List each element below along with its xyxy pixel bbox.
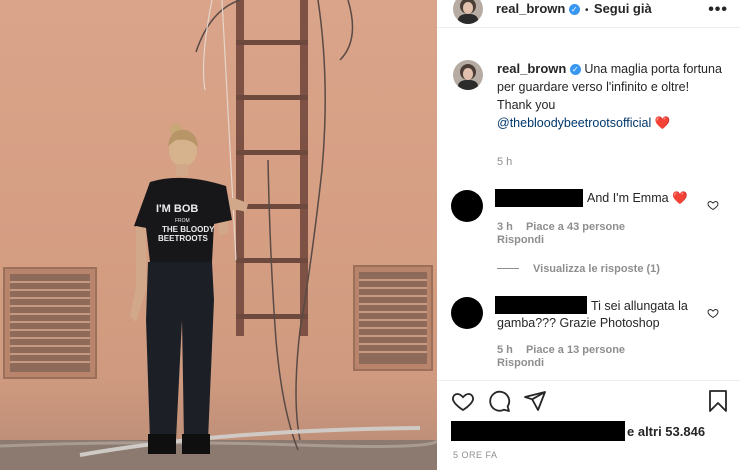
verified-badge-icon: ✓	[568, 4, 580, 15]
shirt-print-line3: THE BLOODY	[162, 225, 215, 234]
post-photo[interactable]: I'M BOB FROM THE BLOODY BEETROOTS	[0, 0, 437, 470]
comment-2-reply-button[interactable]: Rispondi	[497, 357, 544, 369]
divider-dash	[497, 268, 519, 269]
comment-avatar[interactable]	[451, 190, 483, 222]
comment-avatar[interactable]	[451, 297, 483, 329]
comment-1-meta: 3 h Piace a 43 persone	[497, 221, 635, 233]
bookmark-icon[interactable]	[706, 389, 730, 413]
verified-badge-icon: ✓	[569, 64, 581, 75]
post-timestamp: 5 ORE FA	[453, 450, 498, 460]
comment-2-time: 5 h	[497, 344, 513, 356]
comment-1: And I'm Emma ❤️	[587, 190, 688, 207]
caption-time: 5 h	[497, 156, 513, 168]
heart-icon[interactable]	[451, 389, 475, 413]
view-replies-button[interactable]: Visualizza le risposte (1)	[497, 263, 660, 275]
header-separator: •	[585, 5, 589, 16]
following-button[interactable]: Segui già	[594, 1, 652, 16]
more-options-icon[interactable]: •••	[708, 1, 728, 19]
comment-1-reply-button[interactable]: Rispondi	[497, 234, 544, 246]
left-vent	[3, 267, 97, 379]
redacted-username	[495, 189, 583, 207]
share-icon[interactable]	[523, 389, 547, 413]
caption-thanks: Thank you	[497, 98, 556, 112]
redacted-liker-names	[451, 421, 625, 441]
shirt-print-line2: FROM	[175, 218, 190, 224]
header-username[interactable]: real_brown	[496, 1, 565, 16]
person: I'M BOB FROM THE BLOODY BEETROOTS	[130, 124, 248, 454]
caption-username[interactable]: real_brown	[497, 61, 566, 76]
action-bar: e altri 53.846 5 ORE FA	[437, 380, 740, 470]
avatar[interactable]	[453, 0, 483, 24]
likes-count[interactable]: e altri 53.846	[627, 424, 705, 439]
view-replies-label: Visualizza le risposte (1)	[533, 263, 660, 275]
right-vent	[353, 265, 433, 371]
post-side-panel: real_brown ✓ • Segui già ••• real_brown …	[437, 0, 740, 470]
shirt-print-line4: BEETROOTS	[158, 234, 208, 243]
post-caption: real_brown ✓ Una maglia porta fortuna pe…	[497, 60, 727, 132]
photo-scene: I'M BOB FROM THE BLOODY BEETROOTS	[0, 0, 437, 470]
header-user-line: real_brown ✓ • Segui già	[496, 1, 652, 16]
red-heart-emoji: ❤️	[654, 116, 671, 130]
comment-1-likes[interactable]: Piace a 43 persone	[526, 221, 625, 233]
shirt-print-line1: I'M BOB	[156, 203, 198, 215]
comment-like-heart-icon[interactable]	[707, 199, 719, 211]
caption-mention-link[interactable]: @thebloodybeetrootsofficial	[497, 116, 651, 130]
comment-2-likes[interactable]: Piace a 13 persone	[526, 344, 625, 356]
comment-1-time: 3 h	[497, 221, 513, 233]
red-heart-emoji: ❤️	[672, 191, 688, 205]
comment-2-meta: 5 h Piace a 13 persone	[497, 344, 635, 356]
comment-icon[interactable]	[487, 389, 511, 413]
comment-like-heart-icon[interactable]	[707, 307, 719, 319]
comment-2-text: Ti sei allungata la gamba??? Grazie Phot…	[497, 299, 688, 330]
caption-avatar[interactable]	[453, 60, 483, 90]
post-header: real_brown ✓ • Segui già •••	[437, 0, 740, 28]
comment-1-text: And I'm Emma	[587, 191, 669, 205]
